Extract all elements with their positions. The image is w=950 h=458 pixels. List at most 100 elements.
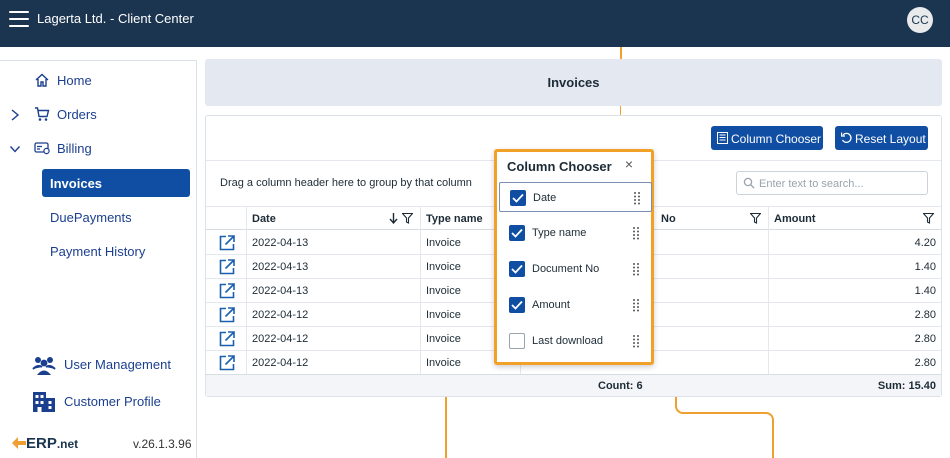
cell-text: 2022-04-12 (252, 333, 309, 345)
users-icon (32, 357, 56, 375)
drag-handle-icon[interactable] (632, 298, 640, 312)
open-cell (206, 351, 247, 375)
connector-line (620, 47, 622, 59)
cell-text: 1.40 (914, 261, 936, 273)
search-input[interactable] (759, 175, 923, 192)
cell-text: 4.20 (914, 237, 936, 249)
column-chooser-item[interactable]: Amount (499, 290, 652, 320)
sidebar-item-home[interactable]: Home (0, 67, 197, 95)
menu-icon[interactable] (9, 11, 29, 27)
search-icon (743, 177, 755, 189)
grid-footer: Count: 6 Sum: 15.40 (206, 374, 941, 396)
checkbox-checked[interactable] (509, 225, 525, 241)
amount-sum: Sum: 15.40 (877, 380, 936, 392)
sidebar-item-payment-history[interactable]: Payment History (42, 237, 190, 265)
row-count: Count: 6 (598, 380, 643, 392)
drag-handle-icon[interactable] (633, 191, 641, 205)
sidebar-item-customer-profile[interactable]: Customer Profile (0, 387, 197, 417)
close-icon[interactable]: × (622, 157, 636, 171)
search-box[interactable] (736, 171, 928, 195)
avatar[interactable]: CC (907, 7, 933, 33)
sidebar-item-label: Home (57, 73, 92, 88)
column-chooser-item[interactable]: Document No (499, 254, 652, 284)
brand-prefix: ERP (26, 435, 57, 452)
open-external-icon[interactable] (218, 354, 236, 372)
page-title-bar: Invoices (205, 59, 942, 106)
column-header-label: No (661, 213, 676, 225)
column-header-label: Type name (426, 213, 483, 225)
drag-handle-icon[interactable] (632, 226, 640, 240)
check-icon (511, 300, 523, 310)
check-icon (511, 228, 523, 238)
sidebar-item-billing[interactable]: Billing (0, 135, 197, 163)
cell-text: 2022-04-12 (252, 357, 309, 369)
group-panel-hint[interactable]: Drag a column header here to group by th… (220, 177, 472, 189)
chevron-down-icon (9, 146, 21, 153)
checkbox-checked[interactable] (509, 261, 525, 277)
app-version: v.26.1.3.96 (133, 437, 192, 451)
erp-logo-icon (12, 437, 26, 449)
open-cell (206, 231, 247, 255)
cell-text: Invoice (426, 333, 461, 345)
reset-layout-button[interactable]: Reset Layout (835, 126, 928, 150)
cell-text: 2022-04-13 (252, 237, 309, 249)
connector-line (445, 397, 447, 458)
sidebar-item-label: Invoices (50, 176, 103, 191)
column-header-amount[interactable]: Amount (769, 207, 941, 231)
column-chooser-item[interactable]: Date (499, 182, 652, 212)
open-external-icon[interactable] (218, 306, 236, 324)
sidebar-item-label: Customer Profile (64, 394, 161, 409)
cell-text: Invoice (426, 285, 461, 297)
column-chooser-item[interactable]: Last download (499, 326, 652, 356)
sidebar-item-label: Orders (57, 107, 97, 122)
column-chooser-button[interactable]: Column Chooser (711, 126, 823, 150)
drag-handle-icon[interactable] (632, 262, 640, 276)
cell-amount: 1.40 (769, 255, 941, 279)
column-header-date[interactable]: Date (247, 207, 421, 231)
button-label: Reset Layout (855, 132, 926, 146)
sidebar-item-duepayments[interactable]: DuePayments (42, 203, 190, 231)
check-icon (511, 264, 523, 274)
cell-amount: 2.80 (769, 327, 941, 351)
connector-curve (675, 401, 687, 414)
open-external-icon[interactable] (218, 258, 236, 276)
column-chooser-title: Column Chooser (507, 159, 612, 174)
column-chooser-item-label: Date (533, 192, 557, 204)
checkbox-checked[interactable] (510, 190, 526, 206)
column-chooser-item[interactable]: Type name (499, 218, 652, 248)
filter-icon[interactable] (923, 213, 934, 224)
column-header-label: Amount (774, 213, 816, 225)
cell-text: Invoice (426, 309, 461, 321)
cell-date: 2022-04-12 (247, 351, 421, 375)
checkbox-unchecked[interactable] (509, 333, 525, 349)
cell-amount: 2.80 (769, 351, 941, 375)
open-external-icon[interactable] (218, 330, 236, 348)
reset-icon (841, 132, 852, 143)
sidebar-item-user-management[interactable]: User Management (0, 350, 197, 380)
cell-text: 2022-04-13 (252, 261, 309, 273)
drag-handle-icon[interactable] (632, 334, 640, 348)
open-external-icon[interactable] (218, 234, 236, 252)
checkbox-checked[interactable] (509, 297, 525, 313)
sidebar-item-orders[interactable]: Orders (0, 101, 197, 129)
connector-curve (762, 412, 774, 424)
cell-date: 2022-04-12 (247, 327, 421, 351)
filter-icon[interactable] (750, 213, 761, 224)
sidebar-item-label: Payment History (50, 244, 146, 259)
cell-text: 2.80 (914, 309, 936, 321)
open-external-icon[interactable] (218, 282, 236, 300)
column-chooser-item-label: Type name (532, 227, 587, 239)
filter-icon[interactable] (402, 213, 413, 224)
cell-text: 2.80 (914, 357, 936, 369)
sidebar-item-invoices[interactable]: Invoices (42, 169, 190, 197)
sort-desc-icon[interactable] (389, 213, 398, 224)
header-open (206, 207, 247, 231)
page-title: Invoices (547, 75, 600, 90)
building-icon (33, 392, 55, 412)
button-label: Column Chooser (731, 132, 822, 146)
chevron-right-icon (11, 109, 20, 121)
cell-text: 2022-04-13 (252, 285, 309, 297)
sidebar: Home Orders Billing Invoices DuePayments… (0, 60, 197, 458)
columns-icon (717, 132, 728, 144)
open-cell (206, 279, 247, 303)
